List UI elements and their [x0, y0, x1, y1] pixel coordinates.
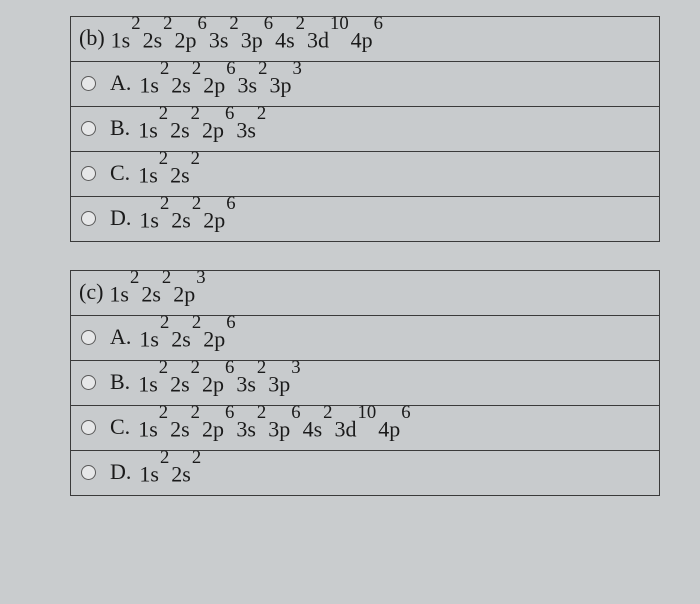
question-b-option-a[interactable]: A. 1s22s22p63s23p3	[71, 61, 659, 106]
option-config: 1s22s2	[139, 457, 203, 487]
radio-icon[interactable]	[81, 121, 96, 136]
option-config: 1s22s2	[138, 158, 202, 188]
question-b-label: (b)	[79, 25, 111, 51]
option-config: 1s22s22p6	[139, 203, 237, 233]
option-config: 1s22s22p63s23p64s23d104p6	[138, 412, 412, 442]
question-c-option-d[interactable]: D. 1s22s2	[71, 450, 659, 495]
question-c: (c) 1s22s22p3 A. 1s22s22p6 B. 1s22s22p63…	[70, 270, 660, 496]
option-config: 1s22s22p6	[139, 322, 237, 352]
option-config: 1s22s22p63s23p3	[139, 68, 303, 98]
radio-icon[interactable]	[81, 76, 96, 91]
question-c-header: (c) 1s22s22p3	[71, 271, 659, 315]
radio-icon[interactable]	[81, 420, 96, 435]
question-b-header: (b) 1s22s22p63s23p64s23d104p6	[71, 17, 659, 61]
radio-icon[interactable]	[81, 375, 96, 390]
option-letter: D.	[110, 459, 139, 485]
question-b-option-b[interactable]: B. 1s22s22p63s2	[71, 106, 659, 151]
option-config: 1s22s22p63s23p3	[138, 367, 302, 397]
question-c-label: (c)	[79, 279, 109, 305]
option-letter: C.	[110, 414, 138, 440]
option-letter: B.	[110, 115, 138, 141]
question-b-option-d[interactable]: D. 1s22s22p6	[71, 196, 659, 241]
question-c-config: 1s22s22p3	[109, 277, 207, 307]
option-config: 1s22s22p63s2	[138, 113, 268, 143]
option-letter: D.	[110, 205, 139, 231]
option-letter: A.	[110, 70, 139, 96]
question-b-option-c[interactable]: C. 1s22s2	[71, 151, 659, 196]
radio-icon[interactable]	[81, 166, 96, 181]
question-b: (b) 1s22s22p63s23p64s23d104p6 A. 1s22s22…	[70, 16, 660, 242]
question-b-config: 1s22s22p63s23p64s23d104p6	[111, 23, 385, 53]
question-c-option-a[interactable]: A. 1s22s22p6	[71, 315, 659, 360]
question-c-option-c[interactable]: C. 1s22s22p63s23p64s23d104p6	[71, 405, 659, 450]
option-letter: A.	[110, 324, 139, 350]
option-letter: B.	[110, 369, 138, 395]
question-c-option-b[interactable]: B. 1s22s22p63s23p3	[71, 360, 659, 405]
radio-icon[interactable]	[81, 211, 96, 226]
radio-icon[interactable]	[81, 330, 96, 345]
radio-icon[interactable]	[81, 465, 96, 480]
option-letter: C.	[110, 160, 138, 186]
